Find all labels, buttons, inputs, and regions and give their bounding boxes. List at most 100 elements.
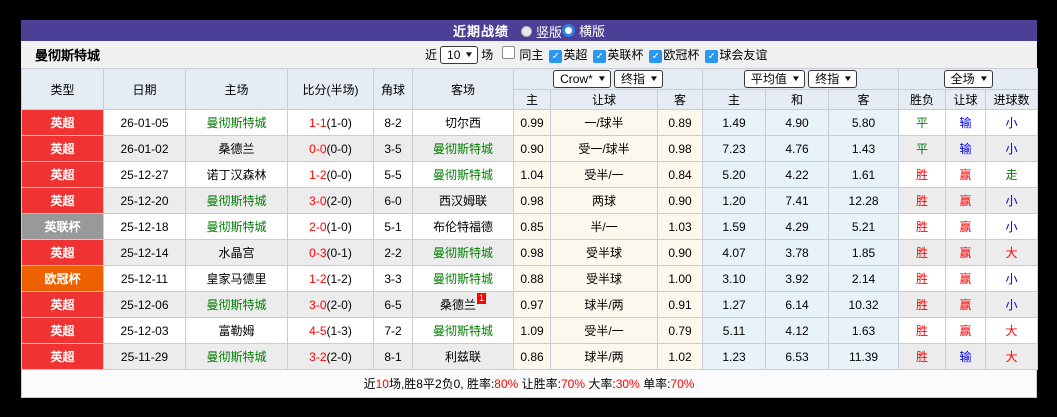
layout-radio-vertical[interactable]: 竖版 bbox=[520, 22, 562, 41]
cell-eu-home: 1.27 bbox=[702, 291, 767, 318]
summary-label: 让胜率: bbox=[518, 377, 561, 391]
cell-ah-away: 1.00 bbox=[656, 265, 704, 292]
table-row: 英超 25-12-14 水晶宫 0-3(0-1) 2-2 曼彻斯特城 0.98 受半球 0.90… bbox=[21, 239, 1039, 266]
cell-ah-line: 半/一 bbox=[550, 213, 658, 240]
recent-count-select[interactable]: 10 ▼ bbox=[440, 45, 479, 64]
cell-home-team: 曼彻斯特城 bbox=[185, 187, 288, 214]
cell-type-badge: 英超 bbox=[21, 291, 104, 318]
cell-goals: 小 bbox=[985, 265, 1039, 292]
cell-corner: 3-3 bbox=[373, 265, 413, 292]
cell-result: 胜 bbox=[898, 213, 947, 240]
europe-odds-source-select[interactable]: 平均值 ▼ bbox=[743, 70, 805, 88]
cell-ah-away: 1.02 bbox=[656, 343, 704, 370]
cell-goals: 小 bbox=[985, 291, 1039, 318]
cell-ah-away: 0.84 bbox=[656, 161, 704, 188]
cell-score: 3-0(2-0) bbox=[287, 291, 374, 318]
filter-checkbox-同主[interactable] bbox=[502, 46, 516, 59]
cell-date: 25-12-14 bbox=[103, 239, 186, 266]
cell-eu-away: 5.80 bbox=[828, 109, 900, 136]
header-score: 比分(半场) bbox=[287, 68, 374, 110]
sub-goals: 进球数 bbox=[985, 89, 1039, 110]
cell-ah-line: 球半/两 bbox=[550, 291, 658, 318]
bookmaker-select[interactable]: Crow* ▼ bbox=[553, 70, 611, 88]
cell-eu-draw: 4.12 bbox=[765, 317, 830, 344]
table-row: 英超 26-01-05 曼彻斯特城 1-1(1-0) 8-2 切尔西 0.99 一/球半 0.8… bbox=[21, 109, 1039, 136]
cell-corner: 5-5 bbox=[373, 161, 413, 188]
cell-corner: 2-2 bbox=[373, 239, 413, 266]
cell-result: 胜 bbox=[898, 239, 947, 266]
summary-label: 场,胜8平2负0, 胜率: bbox=[388, 377, 495, 391]
cell-ah-line: 受半球 bbox=[550, 265, 658, 292]
cell-away-team: 切尔西 bbox=[412, 109, 514, 136]
check-icon: ✓ bbox=[651, 51, 661, 62]
cell-goals: 大 bbox=[985, 343, 1039, 370]
cell-score: 0-3(0-1) bbox=[287, 239, 374, 266]
asian-odds-time-select[interactable]: 终指 ▼ bbox=[614, 70, 663, 88]
score-halftime: (0-1) bbox=[326, 245, 352, 260]
cell-date: 25-12-20 bbox=[103, 187, 186, 214]
summary-value: 30% bbox=[615, 377, 640, 391]
cell-score: 1-2(0-0) bbox=[287, 161, 374, 188]
filter-label: 英超 bbox=[563, 48, 588, 62]
cell-home-team: 曼彻斯特城 bbox=[185, 343, 288, 370]
cell-ah-line: 两球 bbox=[550, 187, 658, 214]
cell-eu-draw: 4.22 bbox=[765, 161, 830, 188]
europe-odds-time-select[interactable]: 终指 ▼ bbox=[808, 70, 858, 88]
cell-score: 3-0(2-0) bbox=[287, 187, 374, 214]
cell-ah-away: 1.03 bbox=[656, 213, 704, 240]
cell-date: 25-12-27 bbox=[103, 161, 186, 188]
cell-away-team: 曼彻斯特城 bbox=[412, 161, 514, 188]
summary-value: 70% bbox=[561, 377, 586, 391]
filter-checkbox-英联杯[interactable]: ✓ bbox=[593, 50, 607, 63]
cell-home-team: 曼彻斯特城 bbox=[185, 213, 288, 240]
toolbar: 曼彻斯特城 近 10 ▼ 场 同主 ✓ 英超 ✓ 英联杯 ✓ 欧冠杯 ✓ 球会友谊 bbox=[21, 41, 1037, 68]
cell-ah-result: 赢 bbox=[945, 239, 987, 266]
layout-radio-horizontal[interactable]: 横版 bbox=[562, 21, 605, 40]
summary-label: 近 bbox=[363, 377, 376, 391]
score-fulltime: 0-3 bbox=[309, 245, 327, 260]
table-row: 英超 25-11-29 曼彻斯特城 3-2(2-0) 8-1 利兹联 0.86 球半/两 1.0… bbox=[21, 343, 1039, 370]
filter-checkbox-英超[interactable]: ✓ bbox=[549, 50, 563, 63]
filter-checkbox-欧冠杯[interactable]: ✓ bbox=[649, 50, 663, 63]
bookmaker-value: Crow* bbox=[560, 72, 593, 86]
table-row: 英超 25-12-03 富勒姆 4-5(1-3) 7-2 曼彻斯特城 1.09 受半/一 0.7… bbox=[21, 317, 1039, 344]
cell-ah-result: 赢 bbox=[945, 317, 987, 344]
chevron-down-icon: ▼ bbox=[978, 74, 989, 83]
check-icon: ✓ bbox=[595, 51, 605, 62]
table-row: 英超 26-01-02 桑德兰 0-0(0-0) 3-5 曼彻斯特城 0.90 受一/球半 0.… bbox=[21, 135, 1039, 162]
table-row: 英超 25-12-06 曼彻斯特城 3-0(2-0) 6-5 桑德兰 1 0.97 球半/两 0.… bbox=[21, 291, 1039, 318]
score-fulltime: 0-0 bbox=[309, 141, 327, 156]
cell-ah-result: 赢 bbox=[945, 187, 987, 214]
cell-away-team: 利兹联 bbox=[412, 343, 514, 370]
sub-eu-home: 主 bbox=[702, 89, 767, 110]
chevron-down-icon: ▼ bbox=[790, 74, 802, 83]
header-home: 主场 bbox=[185, 68, 288, 110]
table-row: 欧冠杯 25-12-11 皇家马德里 1-2(1-2) 3-3 曼彻斯特城 0.88 受半球 1… bbox=[21, 265, 1039, 292]
cell-date: 25-12-06 bbox=[103, 291, 186, 318]
summary-label: 单率: bbox=[639, 377, 671, 391]
cell-eu-home: 3.10 bbox=[702, 265, 767, 292]
summary-text: 近10场,胜8平2负0, 胜率:80% 让胜率:70% 大率:30% 单率:70… bbox=[364, 375, 695, 392]
cell-eu-home: 1.23 bbox=[702, 343, 767, 370]
cell-eu-away: 10.32 bbox=[828, 291, 900, 318]
cell-eu-home: 4.07 bbox=[702, 239, 767, 266]
cell-away-team: 曼彻斯特城 bbox=[412, 135, 514, 162]
title-bar: 近期战绩 竖版 横版 bbox=[21, 20, 1037, 41]
recent-results-panel: 近期战绩 竖版 横版 曼彻斯特城 近 10 ▼ 场 同主 ✓ 英超 ✓ 英联杯 ✓ 欧冠杯 ✓ 球… bbox=[21, 20, 1039, 398]
cell-corner: 8-1 bbox=[373, 343, 413, 370]
score-fulltime: 1-2 bbox=[309, 167, 327, 182]
cell-eu-home: 1.49 bbox=[702, 109, 767, 136]
check-icon: ✓ bbox=[551, 51, 561, 62]
score-halftime: (2-0) bbox=[326, 193, 352, 208]
scope-select[interactable]: 全场 ▼ bbox=[943, 70, 993, 88]
cell-eu-draw: 6.53 bbox=[765, 343, 830, 370]
cell-result: 平 bbox=[898, 109, 947, 136]
cell-ah-line: 一/球半 bbox=[550, 109, 658, 136]
cell-type-badge: 英超 bbox=[21, 109, 104, 136]
filter-checkbox-球会友谊[interactable]: ✓ bbox=[705, 50, 719, 63]
cell-goals: 走 bbox=[985, 161, 1039, 188]
cell-away-team: 曼彻斯特城 bbox=[412, 239, 514, 266]
cell-home-team: 皇家马德里 bbox=[185, 265, 288, 292]
layout-radio-group: 竖版 横版 bbox=[520, 21, 605, 41]
cell-type-badge: 欧冠杯 bbox=[21, 265, 104, 292]
